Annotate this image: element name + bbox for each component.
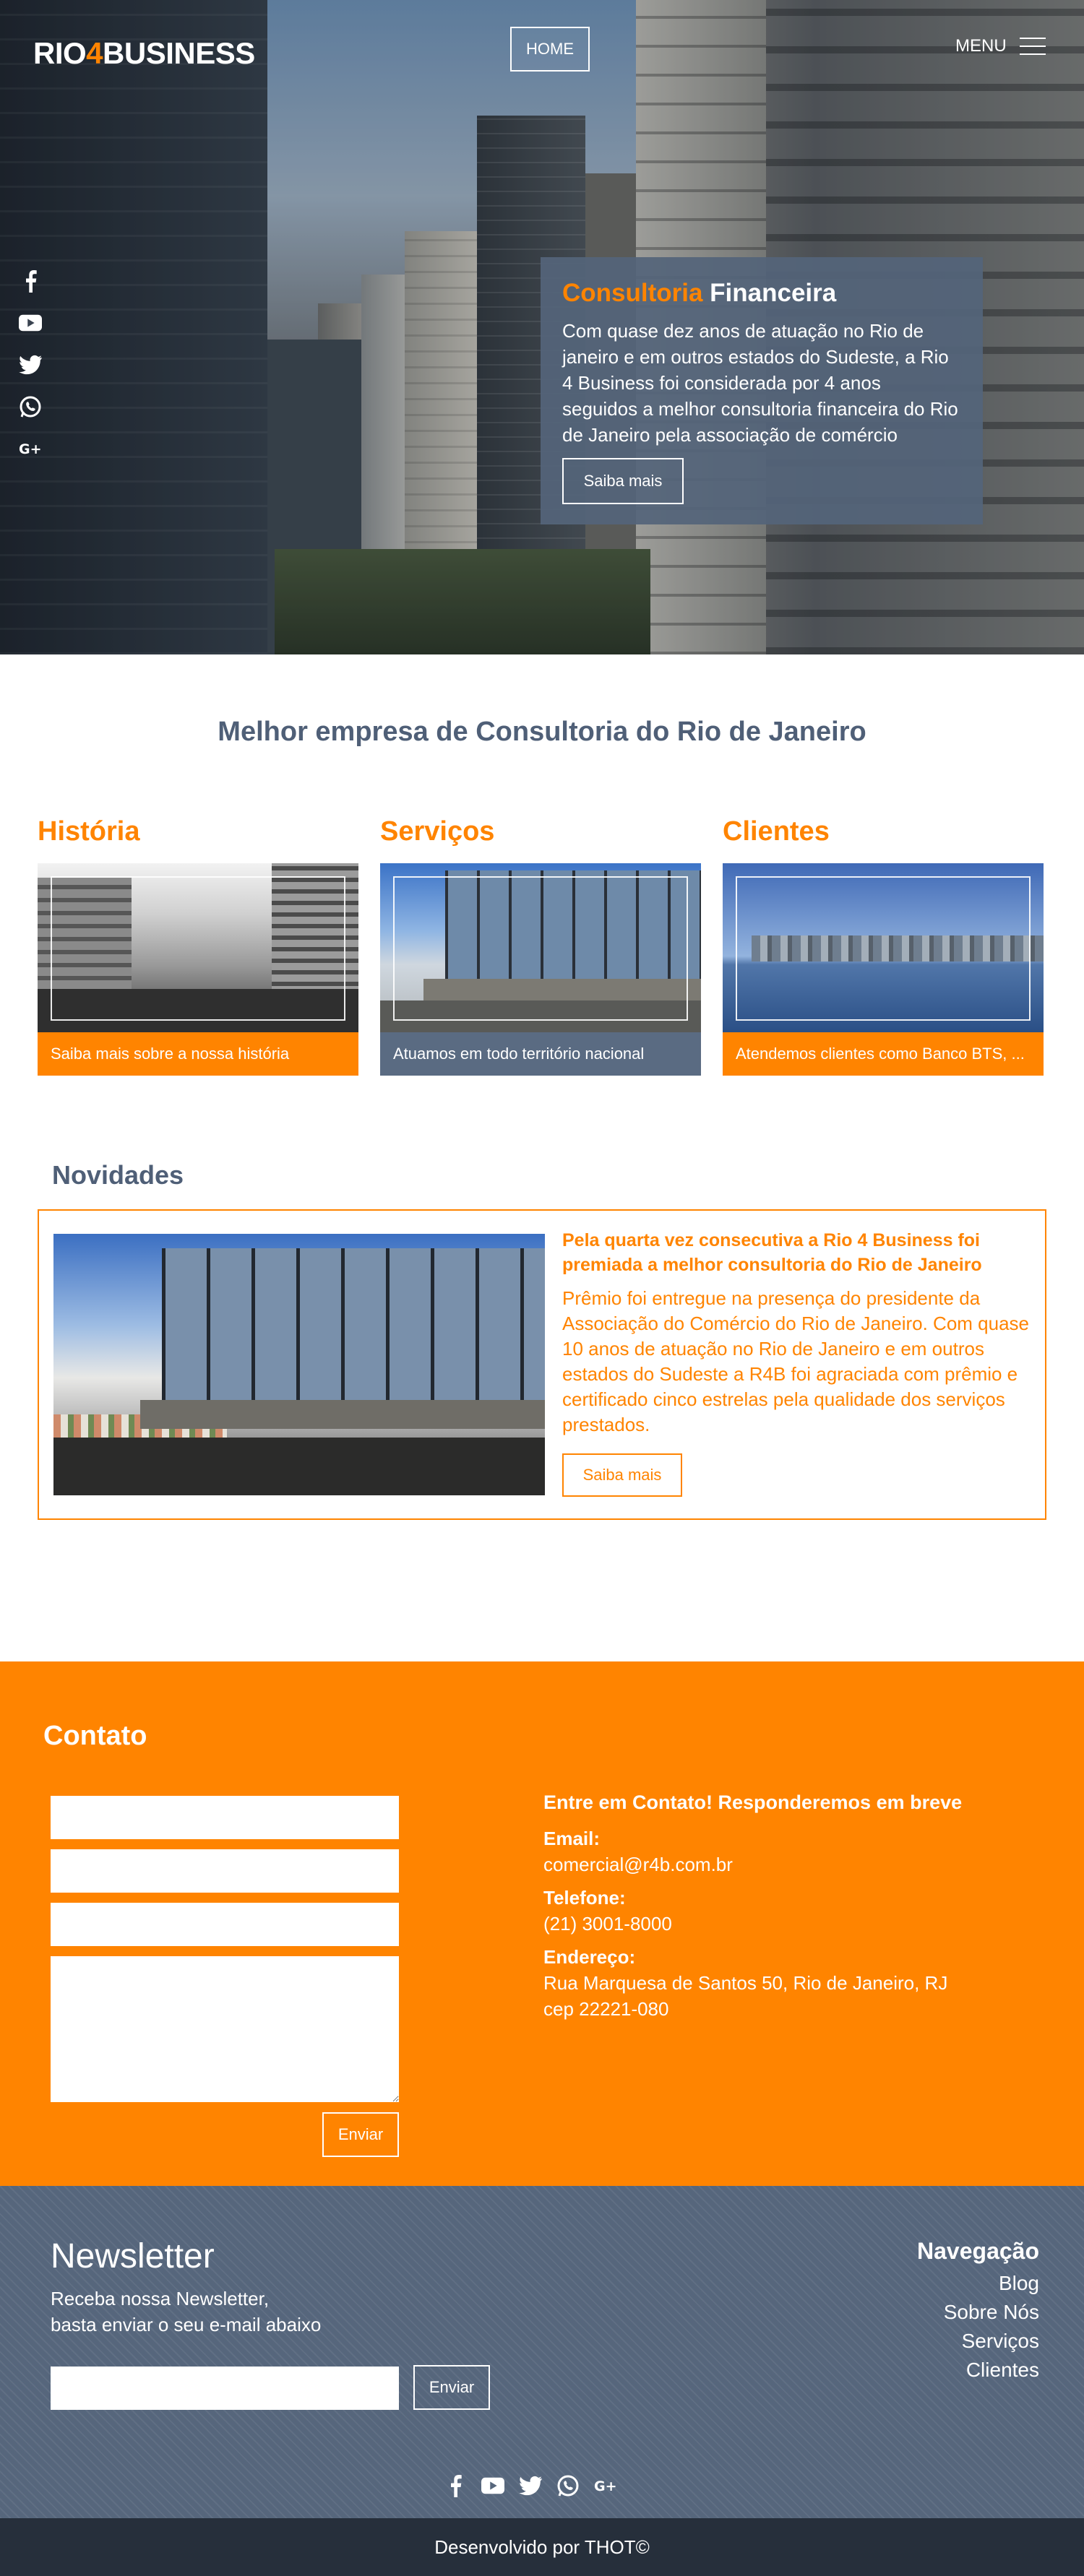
news-card: Pela quarta vez consecutiva a Rio 4 Busi… (38, 1209, 1046, 1520)
menu-toggle[interactable]: MENU (955, 36, 1046, 56)
logo-text-business: BUSINESS (103, 36, 255, 70)
newsletter-subtitle-line: Receba nossa Newsletter, (51, 2288, 270, 2309)
hero-section: RIO4BUSINESS HOME MENU G+ Consultoria Fi… (0, 0, 1084, 654)
email-label: Email: (543, 1828, 601, 1849)
menu-label: MENU (955, 36, 1007, 56)
phone-label: Telefone: (543, 1887, 626, 1909)
twitter-icon[interactable] (519, 2473, 542, 2498)
phone-field[interactable] (51, 1903, 399, 1946)
services-caption: Atuamos em todo território nacional (380, 1032, 701, 1076)
footer-nav-item-services[interactable]: Serviços (917, 2327, 1039, 2356)
contact-send-button[interactable]: Enviar (322, 2112, 399, 2157)
facebook-icon[interactable] (444, 2473, 467, 2498)
newsletter-email-input[interactable] (51, 2367, 399, 2410)
contact-info: Entre em Contato! Responderemos em breve… (543, 1791, 962, 2029)
page-tagline: Melhor empresa de Consultoria do Rio de … (218, 717, 866, 747)
address-line-2: cep 22221-080 (543, 1998, 669, 2020)
news-section-title: Novidades (52, 1160, 184, 1190)
credits-bar: Desenvolvido por THOT© (0, 2518, 1084, 2576)
newsletter-send-button[interactable]: Enviar (413, 2365, 490, 2410)
history-image (38, 863, 358, 1032)
newsletter-subtitle: Receba nossa Newsletter, basta enviar o … (51, 2286, 426, 2338)
logo-text-four: 4 (86, 36, 103, 70)
hero-more-button[interactable]: Saiba mais (562, 458, 684, 504)
email-value[interactable]: comercial@r4b.com.br (543, 1851, 962, 1877)
google-plus-icon[interactable]: G+ (19, 436, 42, 461)
news-image (53, 1234, 545, 1495)
image-frame (393, 876, 688, 1021)
google-plus-icon[interactable]: G+ (594, 2473, 617, 2498)
history-card[interactable]: História Saiba mais sobre a nossa histór… (38, 816, 358, 1076)
contact-info-heading: Entre em Contato! Responderemos em breve (543, 1791, 963, 1813)
social-sidebar: G+ (19, 269, 42, 461)
clients-caption: Atendemos clientes como Banco BTS, ... (723, 1032, 1044, 1076)
svg-text:G+: G+ (594, 2478, 617, 2494)
hero-card: Consultoria Financeira Com quase dez ano… (541, 257, 983, 524)
services-title: Serviços (380, 816, 495, 847)
newsletter-title: Newsletter (51, 2237, 215, 2275)
footer-nav-item-about[interactable]: Sobre Nós (917, 2298, 1039, 2327)
news-more-button[interactable]: Saiba mais (562, 1453, 682, 1497)
home-button[interactable]: HOME (510, 27, 590, 72)
newsletter-subtitle-line: basta enviar o seu e-mail abaixo (51, 2314, 322, 2335)
credits-text: Desenvolvido por THOT© (434, 2536, 650, 2558)
youtube-icon[interactable] (481, 2473, 504, 2498)
hamburger-icon (1019, 38, 1046, 55)
whatsapp-icon[interactable] (556, 2473, 580, 2498)
site-logo[interactable]: RIO4BUSINESS (33, 36, 255, 71)
hero-text: Com quase dez anos de atuação no Rio de … (562, 320, 958, 446)
facebook-icon[interactable] (19, 269, 42, 293)
history-title: História (38, 816, 140, 847)
address-label: Endereço: (543, 1946, 636, 1968)
clients-image (723, 863, 1044, 1032)
youtube-icon[interactable] (19, 311, 42, 335)
hero-title-rest: Financeira (702, 279, 837, 307)
image-frame (736, 876, 1031, 1021)
news-body: Prêmio foi entregue na presença do presi… (562, 1287, 1030, 1435)
clients-card[interactable]: Clientes Atendemos clientes como Banco B… (723, 816, 1044, 1076)
news-headline[interactable]: Pela quarta vez consecutiva a Rio 4 Busi… (562, 1228, 1036, 1277)
hero-title-accent: Consultoria (562, 279, 703, 307)
name-field[interactable] (51, 1796, 399, 1839)
twitter-icon[interactable] (19, 353, 42, 377)
whatsapp-icon[interactable] (19, 394, 42, 419)
message-field[interactable] (51, 1956, 399, 2102)
news-content: Pela quarta vez consecutiva a Rio 4 Busi… (562, 1228, 1036, 1497)
footer-navigation: Navegação Blog Sobre Nós Serviços Client… (917, 2238, 1039, 2385)
hero-title: Consultoria Financeira (562, 279, 961, 308)
footer-nav-item-blog[interactable]: Blog (917, 2269, 1039, 2298)
clients-title: Clientes (723, 816, 830, 847)
footer-nav-heading: Navegação (917, 2238, 1039, 2264)
newsletter-section: Newsletter Receba nossa Newsletter, bast… (0, 2186, 1084, 2518)
contact-title: Contato (43, 1721, 147, 1751)
email-field[interactable] (51, 1849, 399, 1893)
phone-value[interactable]: (21) 3001-8000 (543, 1911, 962, 1937)
services-image (380, 863, 701, 1032)
footer-social: G+ (444, 2473, 617, 2498)
address-line-1: Rua Marquesa de Santos 50, Rio de Janeir… (543, 1972, 948, 1994)
services-card[interactable]: Serviços Atuamos em todo território naci… (380, 816, 701, 1076)
footer-nav-item-clients[interactable]: Clientes (917, 2356, 1039, 2385)
history-caption: Saiba mais sobre a nossa história (38, 1032, 358, 1076)
svg-text:G+: G+ (19, 441, 42, 457)
logo-text-rio: RIO (33, 36, 87, 70)
contact-section: Contato Enviar Entre em Contato! Respond… (0, 1661, 1084, 2186)
image-frame (51, 876, 345, 1021)
